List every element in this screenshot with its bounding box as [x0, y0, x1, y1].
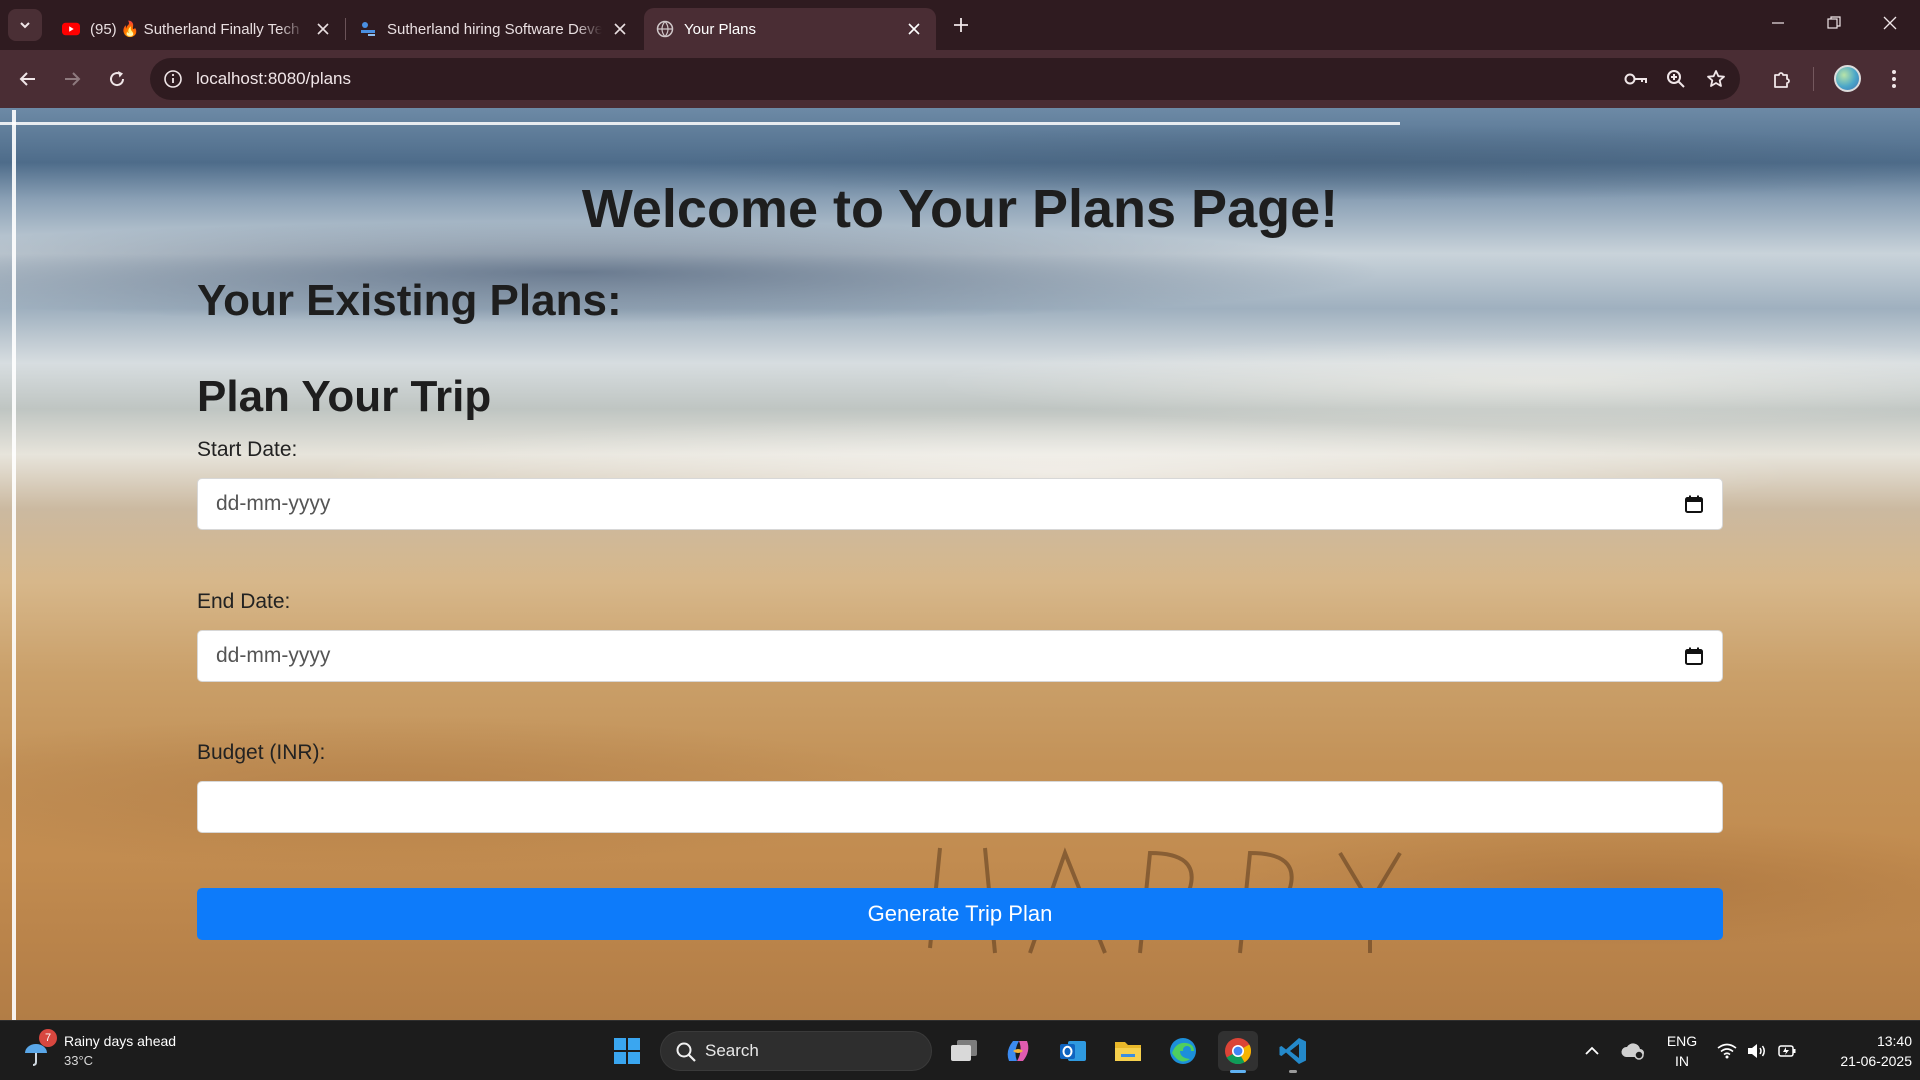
running-app-indicator: [1289, 1070, 1297, 1073]
tab-title: Sutherland hiring Software Developer: [387, 20, 602, 38]
clock-time: 13:40: [1876, 1033, 1912, 1049]
close-tab-icon[interactable]: [904, 19, 924, 39]
url-text[interactable]: localhost:8080/plans: [196, 69, 351, 89]
decorative-frame-left: [12, 110, 16, 1020]
weather-temperature: 33°C: [64, 1053, 94, 1068]
more-menu-icon[interactable]: [1878, 63, 1910, 95]
minimize-icon[interactable]: [1750, 0, 1806, 46]
tab-your-plans[interactable]: Your Plans: [644, 8, 936, 50]
youtube-icon: [62, 20, 80, 38]
end-date-placeholder: dd-mm-yyyy: [216, 644, 331, 667]
extensions-puzzle-icon[interactable]: [1766, 63, 1798, 95]
toolbar-divider: [1813, 67, 1814, 91]
password-key-icon[interactable]: [1624, 68, 1648, 90]
tab-title: (95) 🔥 Sutherland Finally Tech Hiring: [90, 21, 305, 38]
file-explorer-icon[interactable]: [1108, 1031, 1148, 1071]
chrome-icon[interactable]: [1218, 1031, 1258, 1073]
bookmark-star-icon[interactable]: [1704, 68, 1728, 90]
job-site-icon: [359, 20, 377, 38]
input-language-indicator[interactable]: ENG IN: [1662, 1031, 1702, 1071]
zoom-icon[interactable]: [1664, 68, 1688, 90]
start-date-placeholder: dd-mm-yyyy: [216, 492, 331, 515]
page-viewport: Welcome to Your Plans Page! Your Existin…: [0, 108, 1920, 1020]
windows-taskbar: 7 Rainy days ahead 33°C Search ENG IN 13…: [0, 1020, 1920, 1080]
close-tab-icon[interactable]: [313, 19, 333, 39]
windows-start-icon[interactable]: [607, 1031, 647, 1071]
tab-search-chevron-icon[interactable]: [8, 9, 42, 41]
wifi-icon[interactable]: [1714, 1021, 1740, 1080]
region-code: IN: [1675, 1053, 1689, 1069]
forward-arrow-icon[interactable]: [56, 63, 88, 95]
globe-icon: [656, 20, 674, 38]
plan-trip-heading: Plan Your Trip: [197, 372, 492, 421]
end-date-input[interactable]: dd-mm-yyyy: [197, 630, 1723, 682]
site-info-icon[interactable]: [162, 68, 184, 90]
language-code: ENG: [1666, 1033, 1698, 1049]
tab-youtube[interactable]: (95) 🔥 Sutherland Finally Tech Hiring: [50, 8, 345, 50]
taskbar-search-box[interactable]: Search: [660, 1031, 932, 1071]
close-window-icon[interactable]: [1862, 0, 1918, 46]
end-date-label: End Date:: [197, 590, 291, 613]
address-bar[interactable]: localhost:8080/plans: [150, 58, 1740, 100]
edge-icon[interactable]: [1163, 1031, 1203, 1071]
back-arrow-icon[interactable]: [12, 63, 44, 95]
restore-icon[interactable]: [1806, 0, 1862, 46]
browser-toolbar: localhost:8080/plans: [0, 50, 1920, 108]
budget-label: Budget (INR):: [197, 741, 326, 764]
search-label: Search: [705, 1041, 759, 1060]
reload-icon[interactable]: [101, 63, 133, 95]
show-hidden-icons-chevron-icon[interactable]: [1580, 1021, 1604, 1080]
start-date-label: Start Date:: [197, 438, 298, 461]
decorative-frame-top: [0, 122, 1400, 125]
new-tab-plus-icon[interactable]: [948, 12, 974, 38]
task-view-icon[interactable]: [944, 1031, 984, 1071]
budget-input[interactable]: [197, 781, 1723, 833]
battery-icon[interactable]: [1774, 1021, 1800, 1080]
weather-widget[interactable]: 7 Rainy days ahead 33°C: [22, 1029, 192, 1073]
copilot-icon[interactable]: [998, 1031, 1038, 1071]
calendar-icon[interactable]: [1684, 494, 1704, 514]
profile-avatar[interactable]: [1834, 65, 1861, 92]
tab-separator: [345, 18, 346, 40]
weather-forecast: Rainy days ahead: [64, 1033, 177, 1049]
weather-badge: 7: [39, 1029, 57, 1047]
browser-tab-strip: (95) 🔥 Sutherland Finally Tech Hiring Su…: [0, 0, 1920, 50]
close-tab-icon[interactable]: [610, 19, 630, 39]
calendar-icon[interactable]: [1684, 646, 1704, 666]
tab-title: Your Plans: [684, 20, 756, 38]
system-clock[interactable]: 13:40 21-06-2025: [1812, 1031, 1912, 1071]
onedrive-cloud-icon[interactable]: [1618, 1021, 1648, 1080]
vscode-icon[interactable]: [1273, 1031, 1313, 1073]
outlook-icon[interactable]: [1053, 1031, 1093, 1071]
start-date-input[interactable]: dd-mm-yyyy: [197, 478, 1723, 530]
clock-date: 21-06-2025: [1840, 1053, 1912, 1069]
generate-trip-plan-button[interactable]: Generate Trip Plan: [197, 888, 1723, 940]
active-app-indicator: [1230, 1070, 1246, 1073]
page-title: Welcome to Your Plans Page!: [581, 179, 1339, 239]
volume-icon[interactable]: [1744, 1021, 1770, 1080]
tab-job-listing[interactable]: Sutherland hiring Software Developer: [347, 8, 642, 50]
existing-plans-heading: Your Existing Plans:: [197, 276, 622, 325]
search-icon: [675, 1041, 697, 1063]
